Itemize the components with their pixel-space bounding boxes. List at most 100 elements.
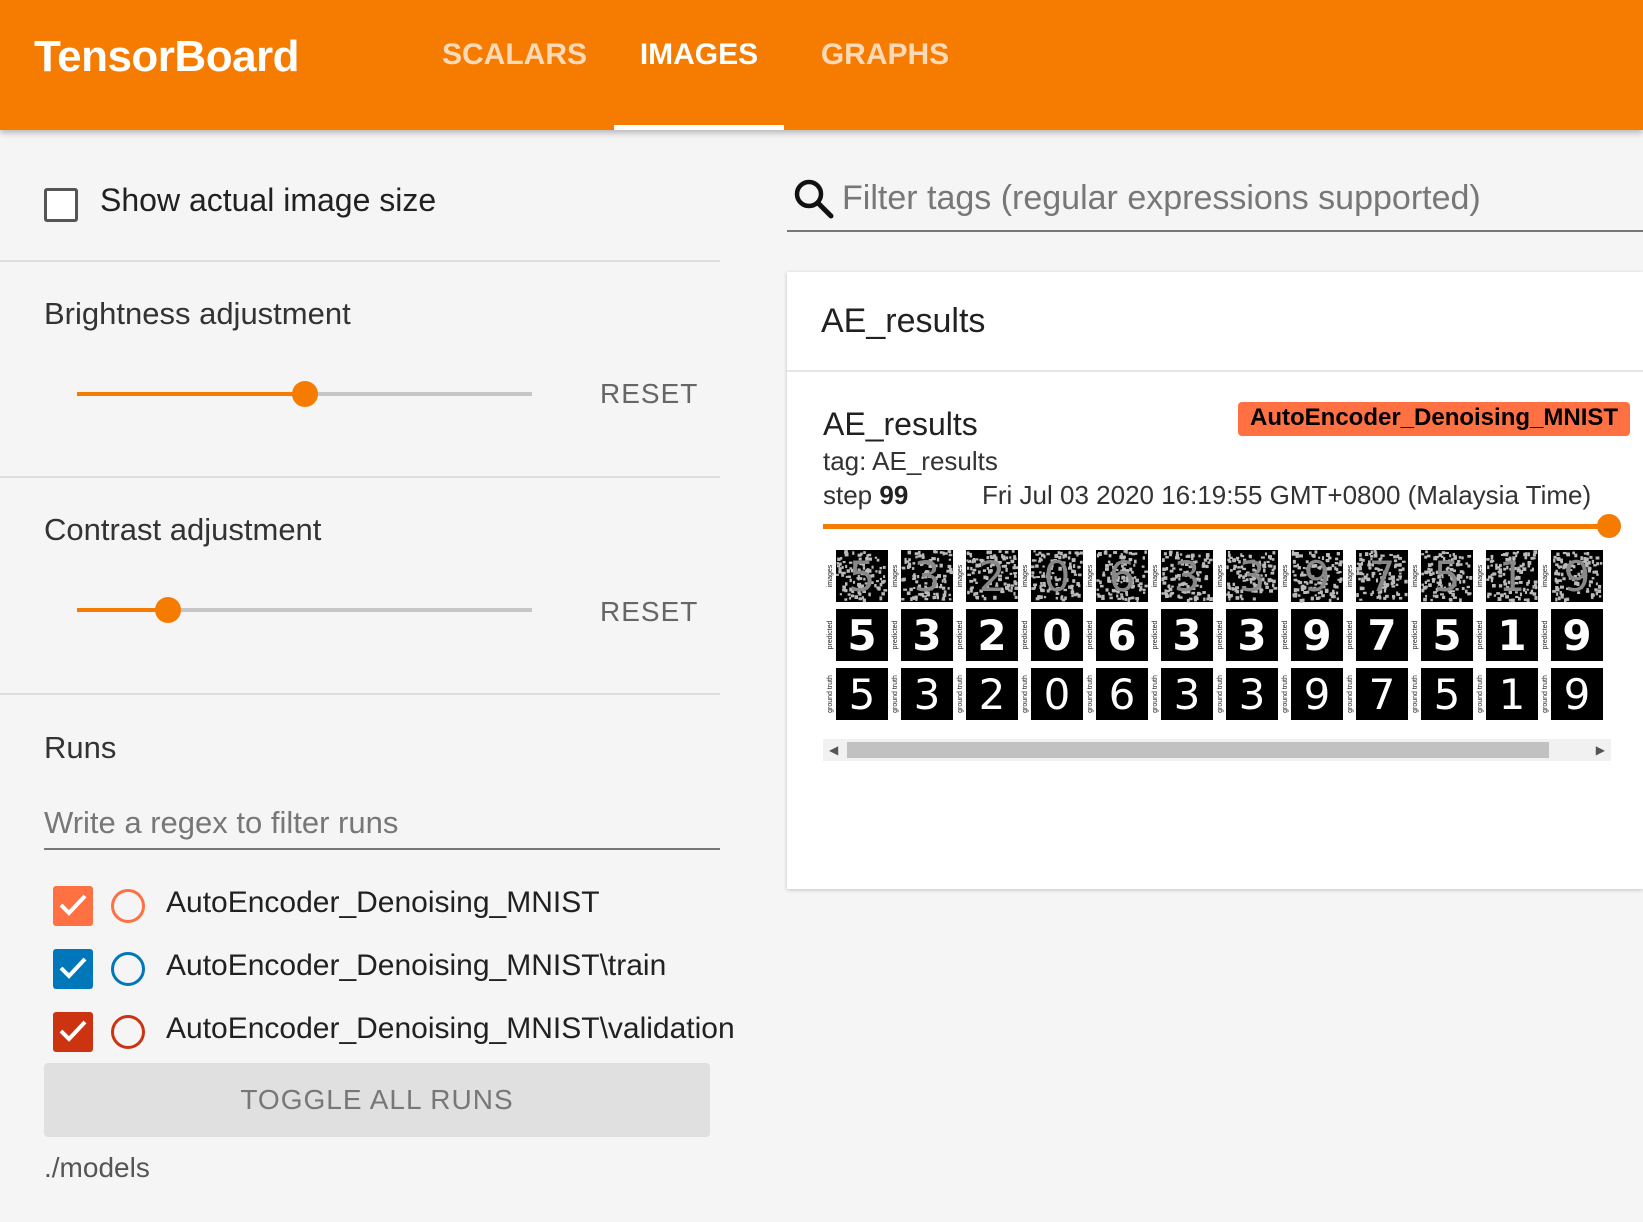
noise-pixel [942,551,945,556]
tab-graphs[interactable]: GRAPHS [820,38,950,130]
noise-pixel [1033,550,1036,553]
noise-pixel [972,568,977,572]
contrast-slider[interactable] [77,597,532,623]
noise-pixel [1040,582,1043,585]
noise-pixel [1490,578,1494,583]
noise-pixel [971,571,975,575]
noise-pixel [1207,561,1211,564]
noise-pixel [947,587,950,590]
run-item[interactable]: AutoEncoder_Denoising_MNIST\validation [0,1008,735,1058]
run-filter-input[interactable] [44,798,720,850]
noise-pixel [1331,590,1335,595]
tag-filter-input[interactable] [842,174,1622,222]
noise-pixel [1005,567,1008,572]
noise-pixel [1298,581,1303,585]
noise-pixel [1421,583,1424,587]
tile-digit: 7 [1369,670,1396,719]
noise-pixel [1208,558,1213,562]
noise-pixel [1268,555,1272,559]
run-item[interactable]: AutoEncoder_Denoising_MNIST\train [0,945,720,995]
noise-pixel [1071,569,1075,574]
tile-row-label: images [957,564,964,587]
run-color-radio[interactable] [111,889,145,923]
run-label: AutoEncoder_Denoising_MNIST\validation [166,1012,735,1045]
tag-card-header[interactable]: AE_results [787,272,1643,372]
noise-pixel [1527,561,1532,565]
scroll-left-icon[interactable]: ◀ [829,743,838,757]
noise-pixel [1292,559,1296,564]
noise-pixel [875,580,879,583]
run-checkbox[interactable] [53,949,93,989]
scrollbar-thumb[interactable] [847,742,1549,758]
noise-pixel [1295,554,1299,558]
noise-pixel [1491,584,1496,588]
noise-pixel [1004,550,1009,554]
tile-row-label: ground truth [827,675,834,713]
noise-pixel [1162,572,1165,576]
noise-pixel [879,577,882,581]
brightness-slider-knob[interactable] [291,381,318,407]
tile-digit: 6 [1109,552,1136,601]
brightness-slider[interactable] [77,381,532,407]
noise-pixel [1465,562,1469,565]
noise-pixel [1010,559,1015,564]
noise-pixel [1163,552,1167,556]
show-actual-size-checkbox[interactable] [44,188,78,222]
noise-pixel [1298,594,1301,597]
noise-pixel [1142,574,1146,578]
contrast-reset-button[interactable]: RESET [600,596,698,628]
noise-pixel [1399,572,1402,575]
tile-row-label: predicted [1152,620,1159,649]
tile-digit: 5 [1432,611,1461,660]
tile-row-label: ground truth [1152,675,1159,713]
tile-digit: 0 [1044,552,1071,601]
tile-row-label: ground truth [1412,675,1419,713]
noise-pixel [1096,588,1099,591]
tile-row-label: images [1152,564,1159,587]
noise-pixel [1006,561,1011,565]
noise-pixel [944,552,948,555]
run-item[interactable]: AutoEncoder_Denoising_MNIST [0,882,720,932]
horizontal-scrollbar[interactable]: ◀ ▶ [823,739,1611,761]
run-color-radio[interactable] [111,952,145,986]
tile-row-label: images [1347,564,1354,587]
tile-digit: 2 [979,552,1006,601]
noise-pixel [1033,583,1038,587]
run-checkbox[interactable] [53,886,93,926]
image-tile: images 9 [1282,550,1343,603]
noise-pixel [1227,585,1231,589]
noise-pixel [1229,594,1233,597]
tab-images[interactable]: IMAGES [614,38,784,130]
scroll-right-icon[interactable]: ▶ [1596,743,1605,757]
noise-pixel [1227,582,1231,586]
noise-pixel [969,587,973,590]
toggle-all-runs-button[interactable]: TOGGLE ALL RUNS [44,1063,710,1137]
noise-pixel [1144,550,1147,554]
noise-pixel [1142,556,1145,560]
noise-pixel [1486,558,1490,561]
tile-digit: 6 [1109,670,1136,719]
noise-pixel [1293,588,1297,593]
run-color-radio[interactable] [111,1015,145,1049]
noise-pixel [1206,597,1210,601]
noise-pixel [1141,565,1145,568]
brightness-reset-button[interactable]: RESET [600,378,698,410]
noise-pixel [1079,551,1084,555]
step-slider-knob[interactable] [1597,514,1621,538]
contrast-slider-knob[interactable] [155,597,181,623]
noise-pixel [967,560,972,563]
tab-scalars[interactable]: SCALARS [442,38,587,130]
image-viewport[interactable]: images 5 images 3 images 2 images 0 images 6 image… [823,550,1611,724]
noise-pixel [1359,598,1363,601]
noise-pixel [1591,559,1595,564]
noise-pixel [943,590,947,594]
run-checkbox[interactable] [53,1012,93,1052]
step-slider[interactable] [823,514,1621,538]
noise-pixel [1466,575,1469,579]
noise-pixel [1398,596,1403,600]
noise-pixel [1229,569,1233,572]
noise-pixel [1556,557,1561,561]
noise-pixel [948,554,953,557]
noise-pixel [1490,554,1494,558]
noise-pixel [1167,585,1170,588]
